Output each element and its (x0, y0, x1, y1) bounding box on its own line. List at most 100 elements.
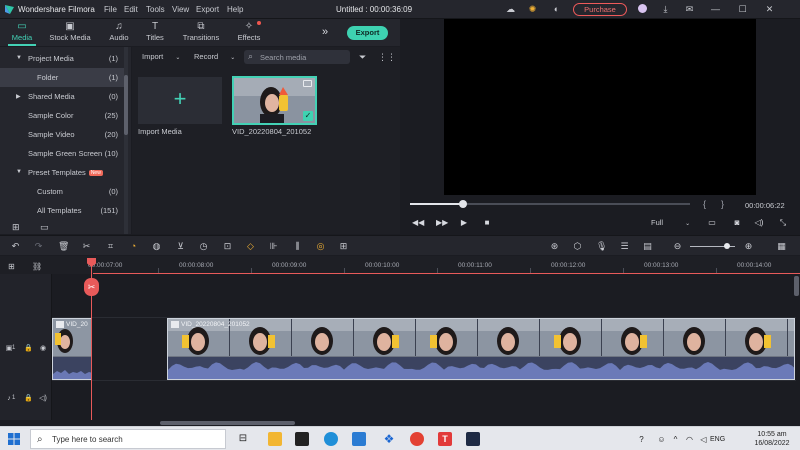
audio-stretch-icon[interactable]: ⫼ (292, 241, 303, 252)
stop-icon[interactable]: ■ (482, 218, 492, 228)
sidebar-item-sample-color[interactable]: Sample Color (25) (0, 106, 124, 125)
play-step-icon[interactable]: ▶▶ (436, 218, 448, 228)
taskbar-search[interactable]: ⌕ Type here to search (30, 429, 226, 449)
maximize-icon[interactable]: ☐ (737, 4, 748, 15)
new-folder-icon[interactable]: ⊞ (12, 222, 20, 233)
close-icon[interactable]: ✕ (764, 4, 775, 15)
filter-icon[interactable]: ⏷ (359, 52, 366, 63)
taskbar-clock[interactable]: 10:55 am 16/08/2022 (752, 430, 792, 448)
keyframe-icon[interactable]: ◇ (245, 241, 256, 252)
speaker-icon[interactable]: ◁) (39, 395, 47, 403)
store-icon[interactable] (295, 432, 309, 446)
grid-view-icon[interactable]: ⋮⋮ (378, 52, 396, 63)
menu-help[interactable]: Help (227, 5, 243, 14)
split-scissors-icon[interactable]: ✂ (84, 278, 99, 296)
lock-icon[interactable]: 🔒 (24, 395, 33, 403)
headset-icon[interactable]: ◐ (551, 4, 562, 15)
help-icon[interactable]: ? (636, 434, 647, 445)
sidebar-item-custom[interactable]: Custom (0) (0, 182, 124, 201)
timeline-ruler[interactable]: ⊞ ⛓ 00:00:07:00 00:00:08:00 00:00:09:00 … (0, 256, 800, 274)
dropbox-icon[interactable]: ❖ (382, 432, 396, 446)
timeline-horizontal-scrollbar[interactable] (160, 421, 295, 425)
menu-export[interactable]: Export (196, 5, 219, 14)
windows-start-icon[interactable] (8, 433, 20, 445)
subtitle-icon[interactable]: ▤ (642, 241, 653, 252)
delete-icon[interactable]: 🗑 (58, 241, 69, 252)
undo-icon[interactable]: ↶ (10, 241, 21, 252)
tab-titles[interactable]: T Titles (133, 19, 177, 46)
sidebar-item-sample-green-screen[interactable]: Sample Green Screen (10) (0, 144, 124, 163)
app-t-icon[interactable]: T (438, 432, 452, 446)
play-icon[interactable]: ▶ (459, 218, 469, 228)
tab-transitions[interactable]: ⧉ Transitions (179, 19, 223, 46)
search-input[interactable] (260, 51, 346, 63)
auto-beat-icon[interactable]: ◎ (315, 241, 326, 252)
menu-edit[interactable]: Edit (124, 5, 138, 14)
duration-icon[interactable]: ◷ (198, 241, 209, 252)
volume-icon[interactable]: ◁) (754, 218, 764, 228)
speed-icon[interactable]: ◔ (128, 241, 139, 252)
download-icon[interactable]: ⤓ (660, 4, 671, 15)
marker-icon[interactable]: ⬡ (572, 241, 583, 252)
more-tools-icon[interactable]: ⊞ (338, 241, 349, 252)
lock-icon[interactable]: 🔒 (24, 345, 33, 353)
minimize-icon[interactable]: — (710, 4, 721, 15)
add-track-icon[interactable]: ⊞ (8, 262, 15, 271)
layout-icon[interactable]: ▦ (776, 241, 787, 252)
preview-screen[interactable] (444, 19, 756, 195)
import-media-tile[interactable]: + (138, 77, 222, 124)
chevron-up-icon[interactable]: ^ (670, 434, 681, 445)
green-screen-icon[interactable]: ⊻ (175, 241, 186, 252)
tab-stock-media[interactable]: ▣ Stock Media (48, 19, 92, 46)
cut-icon[interactable]: ✂ (81, 241, 92, 252)
sidebar-item-sample-video[interactable]: Sample Video (20) (0, 125, 124, 144)
render-icon[interactable]: ⊛ (549, 241, 560, 252)
filmora-taskbar-icon[interactable] (466, 432, 480, 446)
task-view-icon[interactable]: ⊟ (236, 432, 250, 446)
language-indicator[interactable]: ENG (710, 436, 725, 443)
sidebar-item-preset-templates[interactable]: ▼ Preset Templates New (0, 163, 124, 182)
bulb-icon[interactable]: ✺ (527, 4, 538, 15)
eye-icon[interactable]: ◉ (39, 345, 47, 353)
menu-file[interactable]: File (104, 5, 117, 14)
menu-view[interactable]: View (172, 5, 189, 14)
menu-tools[interactable]: Tools (146, 5, 165, 14)
zoom-in-icon[interactable]: ⊕ (743, 241, 754, 252)
previous-frame-icon[interactable]: ◀◀ (412, 218, 424, 228)
cloud-icon[interactable]: ☁ (505, 4, 516, 15)
fit-icon[interactable]: ⊡ (222, 241, 233, 252)
microphone-icon[interactable]: 🎙 (596, 241, 607, 252)
sidebar-item-shared-media[interactable]: ▶ Shared Media (0) (0, 87, 124, 106)
tab-effects[interactable]: ✧ Effects (227, 19, 271, 46)
purchase-button[interactable]: Purchase (573, 3, 627, 16)
folder-open-icon[interactable]: ▭ (40, 222, 49, 233)
timeline-vertical-scrollbar[interactable] (794, 276, 799, 296)
speaker-tray-icon[interactable]: ◁ (698, 434, 709, 445)
snapshot-icon[interactable]: ◙ (732, 218, 742, 228)
export-button[interactable]: Export (347, 26, 388, 40)
network-icon[interactable]: ◠ (684, 434, 695, 445)
mail-app-icon[interactable] (352, 432, 366, 446)
record-dropdown[interactable]: Record ⌄ (194, 50, 235, 64)
user-icon[interactable]: ☺ (656, 434, 667, 445)
playback-quality-dropdown[interactable]: Full ⌄ (651, 218, 690, 227)
chrome-icon[interactable] (410, 432, 424, 446)
expand-panel-icon[interactable]: » (322, 26, 328, 38)
fullscreen-icon[interactable]: ⤡ (778, 218, 788, 228)
media-search[interactable]: ⌕ (244, 50, 350, 64)
edge-icon[interactable] (324, 432, 338, 446)
file-explorer-icon[interactable] (268, 432, 282, 446)
timeline-clip[interactable]: VID_20220804_201052 (167, 318, 795, 380)
video-thumbnail[interactable]: ✓ (232, 76, 317, 125)
crop-icon[interactable]: ⌗ (105, 241, 116, 252)
preview-seek-handle[interactable] (459, 200, 468, 208)
sidebar-item-project-media[interactable]: ▼ Project Media (1) (0, 49, 124, 68)
mark-in-icon[interactable]: { (703, 199, 706, 209)
color-icon[interactable]: ◍ (151, 241, 162, 252)
sidebar-item-all-templates[interactable]: All Templates (151) (0, 201, 124, 220)
redo-icon[interactable]: ↷ (33, 241, 44, 252)
avatar-icon[interactable] (637, 4, 648, 15)
import-dropdown[interactable]: Import ⌄ (142, 50, 180, 64)
sidebar-scrollbar[interactable] (124, 47, 128, 234)
voiceover-list-icon[interactable]: ☰ (619, 241, 630, 252)
